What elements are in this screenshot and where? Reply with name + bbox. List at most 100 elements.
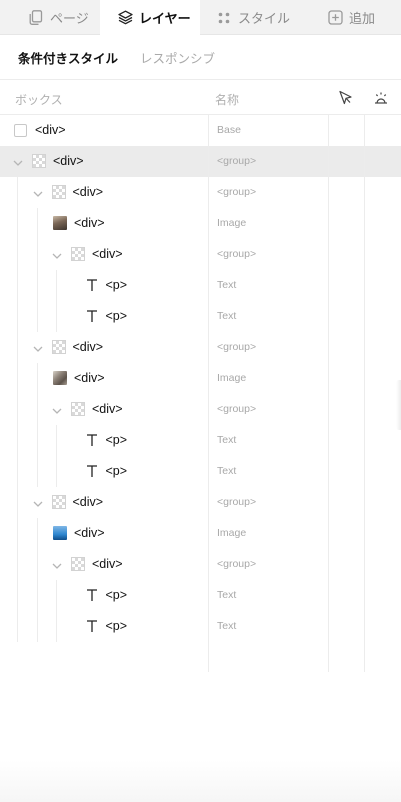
text-type-icon — [85, 587, 99, 603]
layer-row[interactable]: <div> <group> — [0, 177, 401, 208]
chevron-down-icon[interactable] — [32, 342, 44, 354]
layer-tag: <div> — [72, 340, 104, 354]
chevron-down-icon[interactable] — [12, 156, 24, 168]
text-type-icon — [85, 432, 99, 448]
tab-styles[interactable]: スタイル — [200, 0, 304, 35]
layer-row[interactable]: <div> Image — [0, 208, 401, 239]
layer-name: Text — [217, 465, 237, 477]
chevron-down-icon[interactable] — [32, 187, 44, 199]
chevron-down-icon[interactable] — [32, 497, 44, 509]
layers-icon — [117, 10, 133, 26]
layer-tag: <div> — [74, 216, 105, 230]
chevron-down-icon[interactable] — [51, 559, 63, 571]
layer-tag: <div> — [92, 557, 123, 571]
layer-tag: <p> — [105, 278, 128, 292]
layer-row[interactable]: <div> Base — [0, 115, 401, 146]
subtab-responsive[interactable]: レスポンシブ — [140, 48, 215, 67]
layer-tag: <div> — [72, 185, 104, 199]
text-type-icon — [85, 308, 99, 324]
layer-tag: <div> — [53, 154, 84, 168]
layer-tag: <p> — [105, 588, 128, 602]
add-square-icon — [327, 10, 343, 26]
layer-tag: <p> — [105, 433, 128, 447]
layer-tag: <p> — [105, 309, 128, 323]
tab-pages-label: ページ — [50, 11, 89, 26]
layer-tag: <div> — [92, 402, 123, 416]
layer-tag: <div> — [74, 371, 105, 385]
tab-add[interactable]: 追加 — [304, 0, 401, 35]
tab-layers-label: レイヤー — [139, 11, 191, 26]
chevron-down-icon[interactable] — [51, 249, 63, 261]
layer-name: Text — [217, 279, 237, 291]
layer-tag: <div> — [92, 247, 123, 261]
image-thumbnail-icon — [53, 216, 67, 230]
layer-row[interactable]: <p> Text — [0, 270, 401, 301]
layer-row[interactable]: <div> <group> — [0, 549, 401, 580]
visibility-sun-icon[interactable] — [372, 89, 390, 107]
layer-name: <group> — [217, 403, 257, 415]
layer-row[interactable]: <div> <group> — [0, 394, 401, 425]
layer-table-header: ボックス 名称 — [0, 81, 401, 115]
layer-row[interactable]: <div> <group> — [0, 487, 401, 518]
layer-name: <group> — [217, 496, 257, 508]
subtab-bar: 条件付きスタイル レスポンシブ — [0, 36, 401, 80]
layer-tag: <div> — [35, 123, 66, 137]
layer-row[interactable]: <p> Text — [0, 580, 401, 611]
group-box-icon — [51, 185, 66, 199]
panel-tab-bar: ページ レイヤー スタイル 追加 — [0, 0, 401, 35]
layer-name: Text — [217, 434, 237, 446]
layer-name: Image — [217, 527, 247, 539]
layer-row[interactable]: <div> Image — [0, 518, 401, 549]
indent-guide — [37, 363, 38, 487]
indent-guide — [17, 177, 18, 642]
layer-row[interactable]: <div> <group> — [0, 239, 401, 270]
group-box-icon — [51, 340, 66, 354]
tab-layers[interactable]: レイヤー — [100, 0, 200, 35]
layer-name: Image — [217, 217, 247, 229]
chevron-down-icon[interactable] — [51, 404, 63, 416]
layer-name: <group> — [217, 186, 257, 198]
layer-name: Text — [217, 310, 237, 322]
group-box-icon — [71, 557, 85, 571]
column-name-label: 名称 — [215, 93, 240, 107]
text-type-icon — [85, 618, 99, 634]
layer-row[interactable]: <p> Text — [0, 456, 401, 487]
layer-name: Base — [217, 124, 241, 136]
layer-tag: <p> — [105, 464, 128, 478]
column-divider — [364, 115, 365, 672]
layer-row[interactable]: <div> Image — [0, 363, 401, 394]
group-box-icon — [71, 402, 85, 416]
indent-guide — [56, 580, 57, 642]
page-icon — [28, 10, 44, 26]
layer-row[interactable]: <p> Text — [0, 301, 401, 332]
column-divider — [208, 115, 209, 672]
image-thumbnail-icon — [53, 371, 67, 385]
indent-guide — [37, 208, 38, 332]
scrollbar-edge[interactable] — [396, 380, 401, 430]
column-box-label: ボックス — [15, 93, 63, 107]
layer-tag: <div> — [74, 526, 105, 540]
layer-name: <group> — [217, 341, 257, 353]
tab-styles-label: スタイル — [238, 11, 291, 26]
layer-tree: <p> Text <p> Text <div> <group> <div> Image <div… — [0, 115, 401, 672]
layer-name: <group> — [217, 558, 257, 570]
tab-pages[interactable]: ページ — [0, 0, 100, 35]
subtab-conditional-styles[interactable]: 条件付きスタイル — [18, 48, 118, 67]
indent-guide — [56, 270, 57, 332]
cursor-pointer-icon[interactable] — [337, 89, 355, 107]
layer-row[interactable]: <p> Text — [0, 611, 401, 642]
image-thumbnail-icon — [53, 526, 67, 540]
tab-add-label: 追加 — [349, 11, 376, 26]
layer-name: <group> — [217, 155, 257, 167]
layer-tag: <div> — [72, 495, 104, 509]
group-box-icon — [32, 154, 46, 168]
layer-row[interactable]: <div> <group> — [0, 146, 401, 177]
layer-checkbox[interactable] — [14, 124, 27, 137]
layer-row[interactable]: <div> <group> — [0, 332, 401, 363]
layer-name: <group> — [217, 248, 257, 260]
layer-row[interactable]: <p> Text — [0, 425, 401, 456]
layer-tag: <p> — [105, 619, 128, 633]
group-box-icon — [51, 495, 66, 509]
indent-guide — [56, 425, 57, 487]
group-box-icon — [71, 247, 85, 261]
